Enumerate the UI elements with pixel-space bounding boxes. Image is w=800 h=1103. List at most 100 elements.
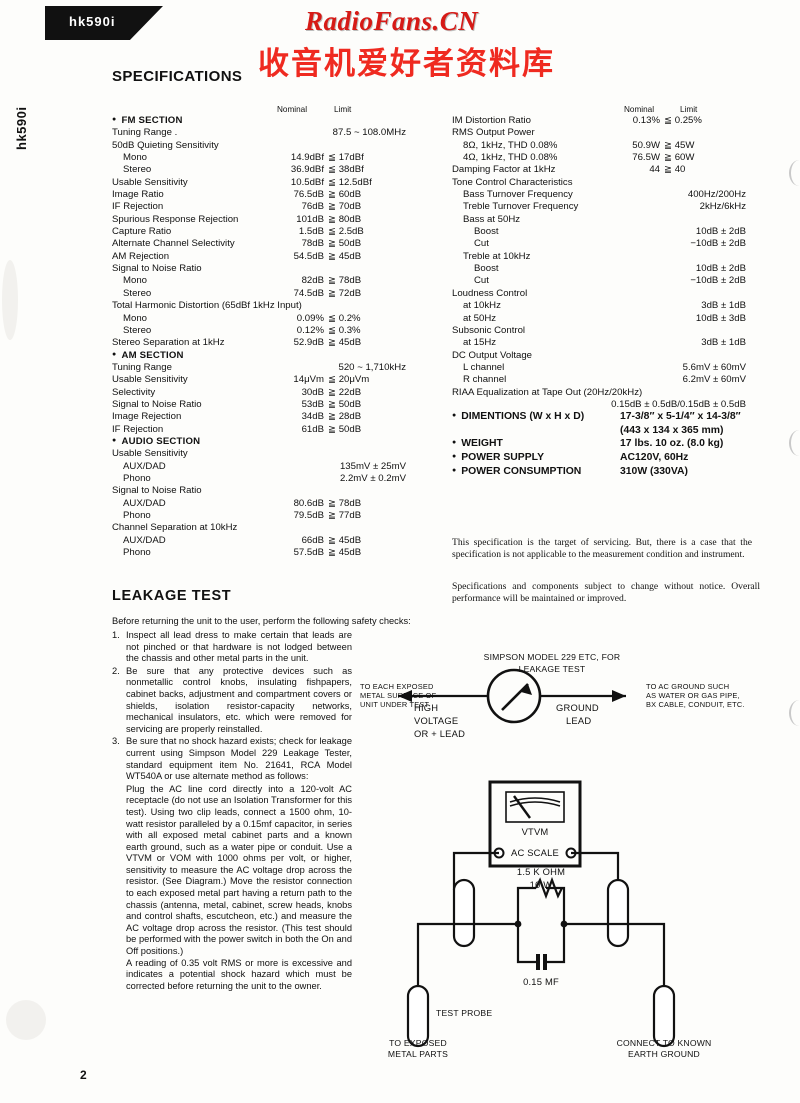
spec-row: Capture Ratio 1.5dB ≦ 2.5dB [112, 226, 442, 238]
spec-label: Bass at 50Hz [463, 213, 521, 225]
ground-lead-line1: GROUND [556, 702, 599, 713]
spec-row: Boost 10dB ± 2dB [452, 263, 768, 275]
leakage-step-text: Be sure that any protective devices such… [126, 665, 352, 734]
spec-limit: ≧ 45dB [328, 534, 362, 546]
spec-label: AUX/DAD [123, 497, 166, 509]
watermark-latin: RadioFans.CN [305, 6, 479, 36]
spec-nominal: 76dB [301, 201, 324, 213]
spec-nominal: 101dB [296, 213, 324, 225]
leakage-intro: Before returning the unit to the user, p… [112, 616, 411, 626]
spec-limit: ≧ 22dB [328, 386, 362, 398]
spec-limit: ≦ 0.3% [328, 324, 361, 336]
spec-row: Subsonic Control [452, 325, 768, 337]
spec-row: Usable Sensitivity [112, 448, 442, 460]
left-note-line1: TO EACH EXPOSED [360, 682, 434, 691]
spec-label: Usable Sensitivity [112, 374, 188, 386]
page-number: 2 [80, 1068, 87, 1082]
spec-highlight-value: AC120V, 60Hz [620, 452, 689, 464]
spec-nominal: 53dB [301, 398, 324, 410]
spec-limit: ≧ 78dB [328, 497, 362, 509]
bottom-right-line1: CONNECT TO KNOWN [616, 1038, 712, 1048]
spec-nominal: 78dB [301, 238, 324, 250]
spec-row: AUX/DAD 66dB ≧ 45dB [112, 535, 442, 547]
spec-row: Treble at 10kHz [452, 251, 768, 263]
spec-label: DC Output Voltage [452, 349, 532, 361]
spec-nominal: 10.5dBf [290, 176, 324, 188]
spec-row: Stereo 74.5dB ≧ 72dB [112, 288, 442, 300]
spec-label: RIAA Equalization at Tape Out (20Hz/20kH… [452, 386, 643, 398]
spec-limit: ≧ 40 [664, 164, 686, 176]
spec-label: at 15Hz [463, 337, 497, 349]
spec-limit: ≧ 45dB [328, 337, 362, 349]
servicing-note: This specification is the target of serv… [452, 537, 752, 560]
spec-row: AUX/DAD 135mV ± 25mV [112, 461, 442, 473]
spec-row: IM Distortion Ratio 0.13% ≦ 0.25% [452, 115, 768, 127]
right-note-line3: BX CABLE, CONDUIT, ETC. [646, 700, 745, 709]
spec-label: Cut [474, 275, 489, 287]
resistor-value-line1: 1.5 K OHM [516, 866, 566, 877]
spec-limit: ≧ 45dB [328, 250, 362, 262]
spec-label: Image Ratio [112, 189, 164, 201]
spec-label: Treble at 10kHz [463, 250, 531, 262]
spec-nominal: 61dB [301, 423, 324, 435]
spec-row: Spurious Response Rejection 101dB ≧ 80dB [112, 214, 442, 226]
bottom-right-line2: EARTH GROUND [628, 1049, 700, 1059]
spec-nominal: 80.6dB [293, 497, 324, 509]
spec-label: Usable Sensitivity [112, 448, 188, 460]
spec-limit: ≧ 60dB [328, 189, 362, 201]
spec-nominal: 0.09% [296, 312, 324, 324]
spec-row: Bass Turnover Frequency 400Hz/200Hz [452, 189, 768, 201]
spec-value: 87.5 ~ 108.0MHz [332, 127, 406, 139]
leakage-step-number: 3. [112, 736, 120, 747]
watermark-cjk: 收音机爱好者资料库 [258, 46, 555, 82]
spec-row: Treble Turnover Frequency 2kHz/6kHz [452, 201, 768, 213]
spec-nominal: 52.9dB [293, 337, 324, 349]
spec-label: Phono [123, 472, 151, 484]
spec-highlight-value: 17-3/8″ x 5-1/4″ x 14-3/8″ [620, 411, 741, 423]
spec-nominal: 79.5dB [293, 510, 324, 521]
left-note-line2: METAL SURFACE OF [360, 691, 437, 700]
meter-caption-line1: SIMPSON MODEL 229 ETC, FOR [483, 652, 621, 662]
node-left [514, 920, 522, 928]
spec-limit: ≦ 20μVm [328, 374, 370, 386]
spec-row: Image Rejection 34dB ≧ 28dB [112, 411, 442, 423]
spec-value: 520 ~ 1,710kHz [338, 361, 406, 373]
spec-label: IF Rejection [112, 201, 164, 213]
spec-value: 2kHz/6kHz [699, 201, 746, 213]
leakage-subparagraph: Plug the AC line cord directly into a 12… [126, 783, 352, 957]
spec-row: Phono 79.5dB ≧ 77dB [112, 510, 442, 522]
spec-value: 6.2mV ± 60mV [682, 374, 746, 386]
spec-row: Mono 0.09% ≦ 0.2% [112, 313, 442, 325]
spec-label: Mono [123, 312, 147, 324]
fm-section-heading: FM SECTION [112, 115, 442, 127]
spec-row: Mono 82dB ≧ 78dB [112, 275, 442, 287]
vtvm-label: VTVM [521, 826, 549, 837]
spec-highlight-row: POWER CONSUMPTION 310W (330VA) [452, 466, 768, 480]
arrow-right [612, 690, 626, 702]
spec-label: Signal to Noise Ratio [112, 263, 202, 275]
spec-row: Mono 14.9dBf ≦ 17dBf [112, 152, 442, 164]
spec-nominal: 76.5W [632, 152, 660, 164]
spec-label: Phono [123, 547, 151, 559]
spec-value: −10dB ± 2dB [690, 275, 746, 287]
spec-limit: ≦ 17dBf [328, 152, 364, 164]
spec-label: Boost [474, 226, 499, 238]
spec-value: 3dB ± 1dB [701, 337, 746, 349]
spec-label: AM Rejection [112, 250, 170, 262]
leakage-test-diagram: SIMPSON MODEL 229 ETC, FOR LEAKAGE TEST … [358, 636, 788, 1059]
right-note-line1: TO AC GROUND SUCH [646, 682, 730, 691]
spec-row: Signal to Noise Ratio 53dB ≧ 50dB [112, 399, 442, 411]
spec-nominal: 44 [649, 164, 660, 176]
spec-nominal: 54.5dB [293, 250, 324, 262]
column-headers-right: Nominal Limit [452, 104, 768, 115]
spec-row: 50dB Quieting Sensitivity [112, 140, 442, 152]
spec-nominal: 34dB [301, 411, 324, 423]
spec-label: L channel [463, 361, 505, 373]
spec-label: IF Rejection [112, 423, 164, 435]
spec-label: Mono [123, 152, 147, 164]
spec-row: AM Rejection 54.5dB ≧ 45dB [112, 251, 442, 263]
spec-value: 10dB ± 2dB [695, 226, 746, 238]
spec-row: 4Ω, 1kHz, THD 0.08% 76.5W ≧ 60W [452, 152, 768, 164]
spec-label: Stereo [123, 287, 152, 299]
spec-row: Channel Separation at 10kHz [112, 522, 442, 534]
